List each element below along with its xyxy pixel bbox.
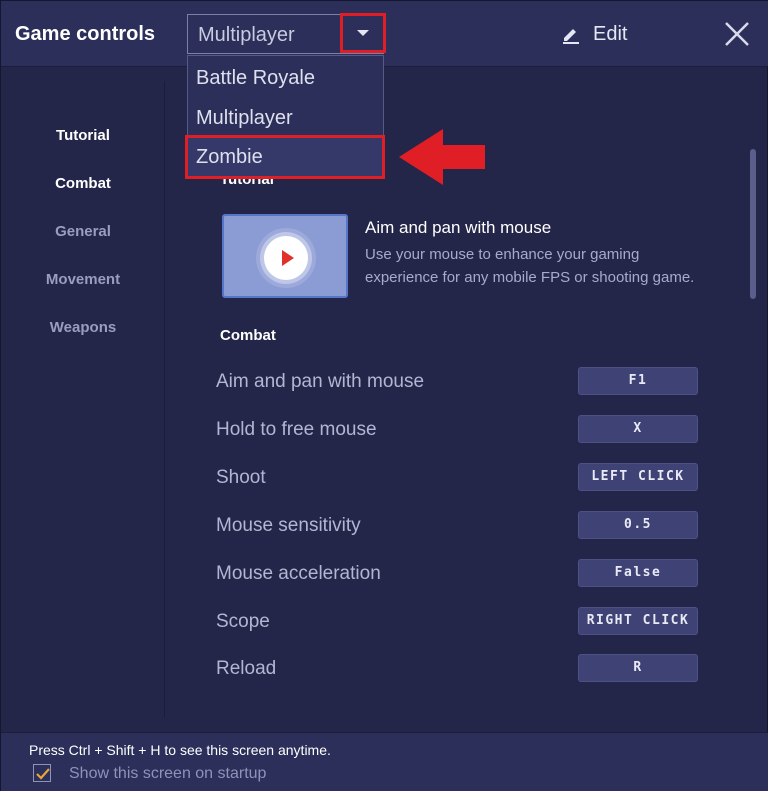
window-title: Game controls bbox=[15, 23, 156, 45]
sidebar-item-movement[interactable]: Movement bbox=[1, 271, 165, 288]
red-arrow-annotation bbox=[399, 129, 485, 185]
sidebar-item-tutorial[interactable]: Tutorial bbox=[1, 127, 165, 144]
game-controls-window: Game controls Multiplayer Edit Battle Ro… bbox=[0, 0, 768, 791]
tutorial-video-thumbnail[interactable] bbox=[222, 214, 348, 298]
sidebar-item-combat[interactable]: Combat bbox=[1, 175, 165, 192]
dropdown-option-multiplayer[interactable]: Multiplayer bbox=[188, 98, 383, 138]
sidebar-item-weapons[interactable]: Weapons bbox=[1, 319, 165, 336]
close-icon bbox=[725, 22, 749, 46]
shortcut-hint: Press Ctrl + Shift + H to see this scree… bbox=[29, 742, 331, 758]
checkmark-icon bbox=[36, 768, 50, 780]
tutorial-card-title: Aim and pan with mouse bbox=[365, 218, 552, 237]
control-label: Reload bbox=[216, 658, 277, 679]
key-binding-badge[interactable]: LEFT CLICK bbox=[578, 463, 698, 491]
game-mode-selected-value: Multiplayer bbox=[198, 24, 295, 46]
dropdown-option-zombie[interactable]: Zombie bbox=[185, 135, 385, 179]
edit-label: Edit bbox=[593, 22, 628, 45]
control-label: Hold to free mouse bbox=[216, 419, 377, 440]
control-label: Scope bbox=[216, 611, 270, 632]
header-bar: Game controls Multiplayer Edit bbox=[1, 1, 768, 67]
key-binding-badge[interactable]: False bbox=[578, 559, 698, 587]
tutorial-card-description: Use your mouse to enhance your gaming ex… bbox=[365, 246, 695, 286]
game-mode-dropdown-list: Battle Royale Multiplayer Zombie bbox=[185, 55, 385, 179]
pencil-icon bbox=[561, 24, 581, 44]
key-binding-badge[interactable]: X bbox=[578, 415, 698, 443]
control-label: Aim and pan with mouse bbox=[216, 371, 425, 392]
chevron-down-icon bbox=[357, 30, 369, 36]
close-button[interactable] bbox=[721, 18, 753, 50]
vertical-scrollbar[interactable] bbox=[750, 149, 756, 299]
key-binding-badge[interactable]: R bbox=[578, 654, 698, 682]
dropdown-option-battle-royale[interactable]: Battle Royale bbox=[188, 58, 383, 98]
edit-button[interactable]: Edit bbox=[561, 20, 627, 48]
play-icon bbox=[282, 250, 294, 266]
control-label: Shoot bbox=[216, 467, 266, 488]
key-binding-badge[interactable]: 0.5 bbox=[578, 511, 698, 539]
combat-section-heading: Combat bbox=[220, 327, 276, 344]
key-binding-badge[interactable]: F1 bbox=[578, 367, 698, 395]
sidebar-item-general[interactable]: General bbox=[1, 223, 165, 240]
show-on-startup-label: Show this screen on startup bbox=[69, 765, 267, 782]
key-binding-badge[interactable]: RIGHT CLICK bbox=[578, 607, 698, 635]
game-mode-select[interactable]: Multiplayer bbox=[187, 13, 386, 54]
play-button[interactable] bbox=[264, 236, 308, 280]
footer: Press Ctrl + Shift + H to see this scree… bbox=[1, 732, 768, 791]
control-label: Mouse sensitivity bbox=[216, 515, 361, 536]
control-label: Mouse acceleration bbox=[216, 563, 381, 584]
dropdown-toggle-button[interactable] bbox=[340, 13, 386, 53]
show-on-startup-checkbox[interactable] bbox=[33, 764, 51, 782]
sidebar: Tutorial Combat General Movement Weapons bbox=[1, 81, 165, 717]
